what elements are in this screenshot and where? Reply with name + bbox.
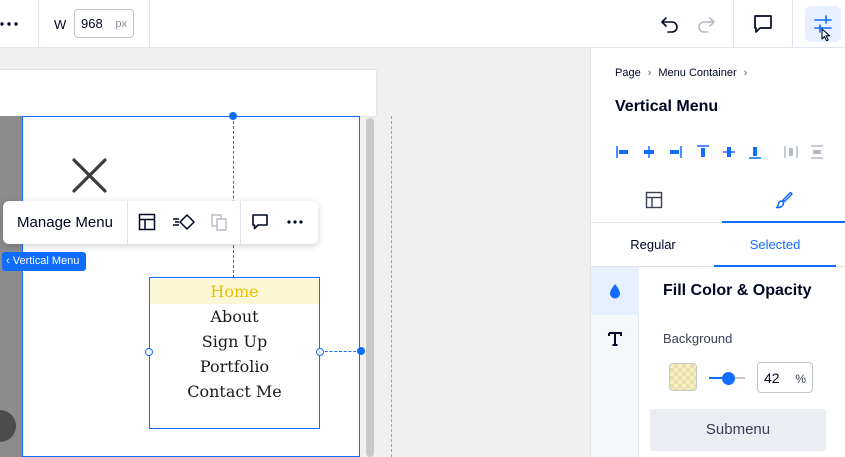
close-icon bbox=[70, 156, 110, 196]
align-middle-icon[interactable] bbox=[721, 142, 737, 162]
color-swatch[interactable] bbox=[669, 363, 697, 391]
align-bottom-icon[interactable] bbox=[747, 142, 763, 162]
submenu-button[interactable]: Submenu bbox=[650, 409, 826, 451]
state-tabs: Regular Selected bbox=[591, 223, 845, 267]
tab-selected[interactable]: Selected bbox=[714, 223, 836, 267]
opacity-slider-thumb[interactable] bbox=[722, 372, 735, 385]
design-category-rail bbox=[591, 267, 639, 457]
width-label: W bbox=[54, 17, 67, 32]
redo-icon[interactable] bbox=[694, 12, 718, 36]
menu-item-sign-up[interactable]: Sign Up bbox=[150, 329, 319, 354]
layout-tab-icon[interactable] bbox=[644, 190, 664, 210]
page-header-strip bbox=[0, 70, 376, 116]
layout-icon[interactable] bbox=[137, 212, 157, 232]
manage-menu-button[interactable]: Manage Menu bbox=[3, 201, 127, 244]
editor-canvas[interactable]: Home About Sign Up Portfolio Contact Me … bbox=[0, 48, 590, 457]
alignment-toolbar bbox=[615, 142, 835, 162]
section-title: Fill Color & Opacity bbox=[663, 282, 812, 299]
gridline bbox=[391, 116, 392, 457]
tab-regular[interactable]: Regular bbox=[591, 223, 715, 267]
top-toolbar: W px bbox=[0, 0, 845, 48]
undo-icon[interactable] bbox=[658, 12, 682, 36]
element-tag-label: Vertical Menu bbox=[12, 255, 80, 267]
chevron-left-icon: ‹ bbox=[6, 255, 13, 267]
animation-icon[interactable] bbox=[172, 212, 198, 232]
chevron-right-icon: › bbox=[647, 67, 652, 79]
opacity-field[interactable]: % bbox=[757, 362, 813, 393]
distribute-vertical-icon bbox=[811, 145, 823, 159]
element-tag[interactable]: ‹ Vertical Menu bbox=[2, 252, 87, 271]
menu-item-home[interactable]: Home bbox=[150, 279, 319, 304]
comment-icon[interactable] bbox=[751, 12, 775, 36]
opacity-slider-fill bbox=[709, 377, 723, 379]
settings-button[interactable] bbox=[805, 6, 841, 42]
panel-tabs bbox=[591, 176, 845, 223]
element-floating-toolbar: Manage Menu bbox=[3, 201, 318, 244]
breadcrumb-page[interactable]: Page bbox=[615, 67, 641, 79]
inspector-panel: Page › Menu Container › Vertical Menu Regul… bbox=[590, 48, 845, 457]
width-unit: px bbox=[115, 18, 127, 30]
panel-title: Vertical Menu bbox=[615, 98, 719, 115]
chevron-right-icon: › bbox=[743, 67, 748, 79]
toolbar-divider bbox=[792, 0, 793, 48]
toolbar-divider bbox=[149, 0, 150, 48]
toolbar-divider bbox=[240, 201, 241, 244]
paint-drop-icon bbox=[610, 284, 620, 299]
top-handle[interactable] bbox=[229, 112, 237, 120]
duplicate-icon bbox=[209, 212, 229, 232]
distribute-horizontal-icon bbox=[784, 146, 798, 158]
text-icon bbox=[608, 332, 622, 346]
comment-icon[interactable] bbox=[250, 212, 270, 232]
image-strip bbox=[0, 116, 22, 457]
alignment-guide-horizontal bbox=[320, 351, 361, 352]
menu-item-about[interactable]: About bbox=[150, 304, 319, 329]
vertical-menu[interactable]: Home About Sign Up Portfolio Contact Me bbox=[149, 277, 320, 429]
align-center-icon[interactable] bbox=[641, 142, 657, 162]
more-icon[interactable] bbox=[285, 212, 305, 232]
alignment-guide-vertical bbox=[233, 116, 234, 278]
breadcrumb-menu-container[interactable]: Menu Container bbox=[658, 67, 736, 79]
more-icon[interactable] bbox=[0, 14, 22, 34]
toolbar-divider bbox=[38, 0, 39, 48]
menu-item-portfolio[interactable]: Portfolio bbox=[150, 354, 319, 379]
opacity-input[interactable] bbox=[764, 370, 788, 386]
menu-item-contact-me[interactable]: Contact Me bbox=[150, 379, 319, 404]
text-category-button[interactable] bbox=[591, 315, 639, 363]
resize-handle-right[interactable] bbox=[316, 348, 324, 356]
breadcrumb: Page › Menu Container › bbox=[615, 67, 754, 79]
fill-category-button[interactable] bbox=[591, 267, 639, 315]
opacity-unit: % bbox=[795, 372, 806, 386]
align-left-icon[interactable] bbox=[615, 142, 631, 162]
width-input[interactable] bbox=[81, 16, 115, 31]
design-tab-brush-icon[interactable] bbox=[774, 190, 794, 210]
resize-handle-left[interactable] bbox=[145, 348, 153, 356]
width-field[interactable]: px bbox=[74, 9, 134, 38]
settings-sliders-icon bbox=[814, 15, 832, 42]
toolbar-divider bbox=[733, 0, 734, 48]
toolbar-divider bbox=[127, 201, 128, 244]
canvas-scrollbar[interactable] bbox=[366, 118, 374, 457]
align-right-icon[interactable] bbox=[667, 142, 683, 162]
align-top-icon[interactable] bbox=[695, 142, 711, 162]
stretch-handle[interactable] bbox=[357, 347, 365, 355]
background-label: Background bbox=[663, 331, 733, 346]
